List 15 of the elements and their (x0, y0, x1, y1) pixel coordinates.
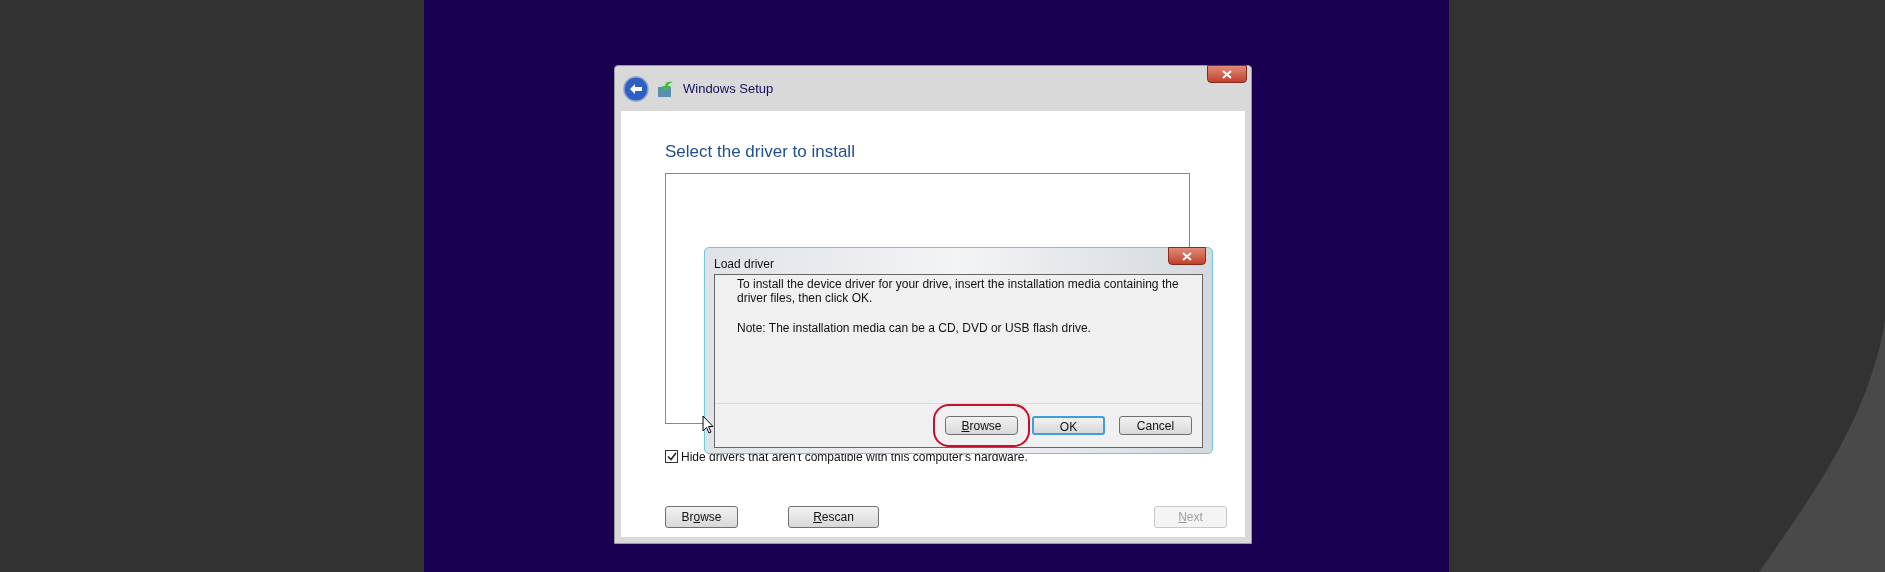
checkbox[interactable] (665, 450, 678, 463)
dialog-message: To install the device driver for your drive, insert the installation media containing the driver files, then click OK. (737, 277, 1180, 305)
dialog-note: Note: The installation media can be a CD, DVD or USB flash drive. (737, 320, 1092, 337)
close-icon (1222, 69, 1232, 79)
browse-button[interactable]: Browse (665, 505, 738, 528)
page-heading: Select the driver to install (665, 141, 856, 163)
setup-icon (657, 79, 675, 98)
cancel-button[interactable]: Cancel (1119, 416, 1192, 435)
dialog-title: Load driver (714, 256, 775, 273)
ok-button[interactable]: OK (1032, 416, 1105, 435)
window-title: Windows Setup (683, 79, 774, 98)
close-button[interactable] (1207, 65, 1247, 83)
close-button[interactable] (1168, 247, 1206, 265)
rescan-button[interactable]: Rescan (788, 505, 879, 528)
close-icon (1182, 251, 1192, 261)
